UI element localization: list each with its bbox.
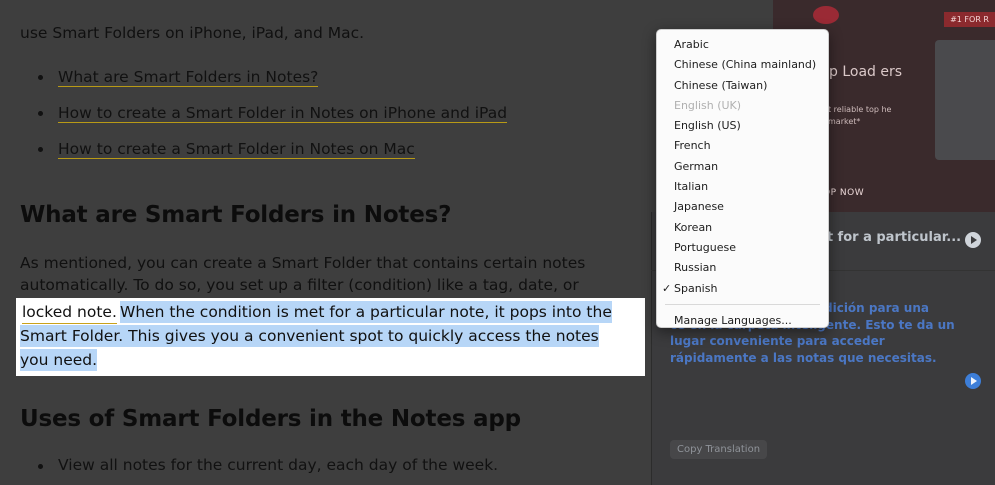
language-item-french[interactable]: French <box>657 136 828 156</box>
toc-item[interactable]: How to create a Smart Folder in Notes on… <box>36 138 507 160</box>
language-item-russian[interactable]: Russian <box>657 258 828 278</box>
selected-text-line: When the condition is met for a particul… <box>120 301 612 323</box>
language-label: Arabic <box>674 38 709 51</box>
intro-text: use Smart Folders on iPhone, iPad, and M… <box>20 24 365 42</box>
play-source-icon[interactable] <box>965 232 981 248</box>
language-label: English (UK) <box>674 98 742 112</box>
language-item-chinese-taiwan[interactable]: Chinese (Taiwan) <box>657 76 828 96</box>
language-label: Korean <box>674 220 713 234</box>
language-item-spanish[interactable]: ✓ Spanish <box>657 279 828 299</box>
language-label: French <box>674 139 711 153</box>
play-translation-icon[interactable] <box>965 373 981 389</box>
language-label: Italian <box>674 180 709 194</box>
toc-link-what-are[interactable]: What are Smart Folders in Notes? <box>58 68 319 87</box>
toc-link-iphone-ipad[interactable]: How to create a Smart Folder in Notes on… <box>58 104 508 123</box>
language-label: English (US) <box>674 119 741 133</box>
section-heading: Uses of Smart Folders in the Notes app <box>20 406 521 432</box>
list-item: View all notes for the current day, each… <box>36 456 498 474</box>
toc-link-mac[interactable]: How to create a Smart Folder in Notes on… <box>58 140 415 159</box>
language-label: Japanese <box>674 200 724 214</box>
toc-item[interactable]: What are Smart Folders in Notes? <box>36 66 507 88</box>
washer-image <box>935 40 995 160</box>
language-item-chinese-china-mainland[interactable]: Chinese (China mainland) <box>657 55 828 75</box>
selected-text-line: Smart Folder. This gives you a convenien… <box>20 325 599 347</box>
toc-item[interactable]: How to create a Smart Folder in Notes on… <box>36 102 508 124</box>
language-item-german[interactable]: German <box>657 157 828 177</box>
language-label: Spanish <box>674 281 718 295</box>
language-item-korean[interactable]: Korean <box>657 218 828 238</box>
ad-title: p Load ers <box>829 64 903 80</box>
article-content: use Smart Folders on iPhone, iPad, and M… <box>0 0 650 485</box>
locked-note-link[interactable]: locked note. <box>22 301 117 324</box>
language-item-english-uk: English (UK) <box>657 96 828 116</box>
language-item-arabic[interactable]: Arabic <box>657 35 828 55</box>
section-heading: What are Smart Folders in Notes? <box>20 202 452 228</box>
brand-logo-icon <box>813 6 839 24</box>
paragraph-line: automatically. To do so, you set up a fi… <box>20 276 579 294</box>
checkmark-icon: ✓ <box>662 281 672 295</box>
language-menu[interactable]: Arabic Chinese (China mainland) Chinese (T… <box>656 29 829 328</box>
language-menu-items: Arabic Chinese (China mainland) Chinese (T… <box>657 35 828 299</box>
copy-translation-button[interactable]: Copy Translation <box>670 440 768 459</box>
menu-separator <box>665 303 820 305</box>
manage-languages-item[interactable]: Manage Languages... <box>657 311 828 331</box>
language-label: Portuguese <box>674 240 736 254</box>
language-item-italian[interactable]: Italian <box>657 177 828 197</box>
paragraph-line: As mentioned, you can create a Smart Fol… <box>20 254 586 272</box>
language-label: Chinese (China mainland) <box>674 58 817 72</box>
translation-source-text: et for a particular... <box>818 230 962 245</box>
table-of-contents: What are Smart Folders in Notes? How to … <box>36 66 508 174</box>
ad-cta[interactable]: OP NOW <box>823 188 864 198</box>
ad-subtitle: t reliable top he market* <box>828 105 892 126</box>
language-item-japanese[interactable]: Japanese <box>657 197 828 217</box>
language-item-english-us[interactable]: English (US) <box>657 116 828 136</box>
selected-text-line: you need. <box>20 349 98 371</box>
ad-badge: #1 FOR R <box>944 12 995 27</box>
text-selection-highlight[interactable]: locked note. When the condition is met f… <box>16 298 645 376</box>
language-label: Chinese (Taiwan) <box>674 78 768 92</box>
language-label: Russian <box>674 261 717 275</box>
language-label: German <box>674 159 719 173</box>
language-item-portuguese[interactable]: Portuguese <box>657 238 828 258</box>
